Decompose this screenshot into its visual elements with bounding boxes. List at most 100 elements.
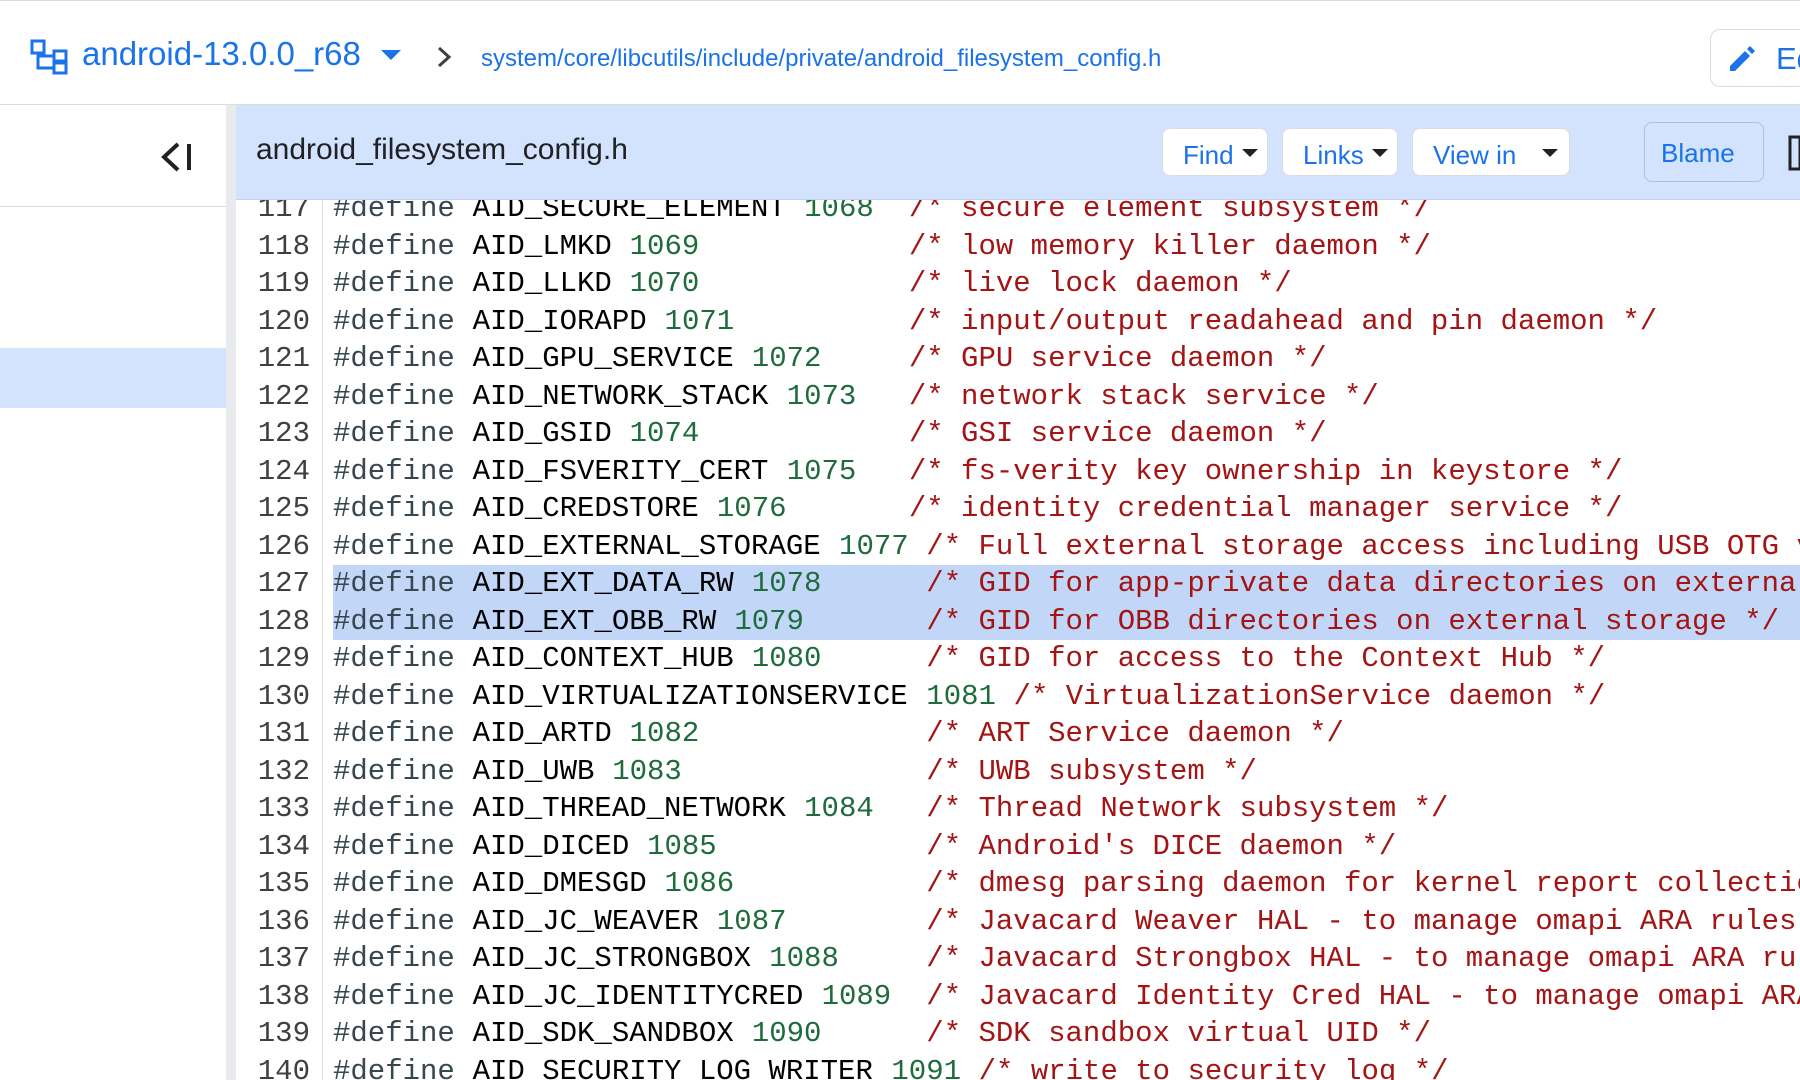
sidebar-resize-handle[interactable]	[226, 105, 236, 1080]
macro-value: 1087	[716, 904, 787, 938]
line-number[interactable]: 136	[236, 903, 310, 941]
view-in-button[interactable]: View in	[1412, 128, 1570, 176]
macro-value: 1084	[804, 792, 874, 825]
code-comment: /* VirtualizationService daemon */	[1013, 679, 1606, 713]
line-number[interactable]: 122	[236, 378, 310, 416]
sidebar-header	[0, 105, 226, 207]
code-comment: /* Javacard Identity Cred HAL - to manag…	[926, 979, 1800, 1013]
code-line[interactable]: 124 #define AID_FSVERITY_CERT 1075 /* fs-ver…	[236, 453, 1800, 491]
line-number[interactable]: 140	[236, 1053, 310, 1080]
code-line[interactable]: 121 #define AID_GPU_SERVICE 1072 /* GPU serv…	[236, 340, 1800, 378]
line-number[interactable]: 126	[236, 528, 310, 566]
code-line[interactable]: 122 #define AID_NETWORK_STACK 1073 /* networ…	[236, 378, 1800, 416]
code-view: 117 #define AID_SECURE_ELEMENT 1068 /* secur…	[236, 200, 1800, 1080]
line-number[interactable]: 129	[236, 640, 310, 678]
file-header: android_filesystem_config.h Find Links V…	[236, 105, 1800, 200]
define-keyword: #define	[333, 304, 455, 338]
define-keyword: #define	[333, 904, 455, 938]
define-keyword: #define	[333, 979, 455, 1013]
code-comment: /* SDK sandbox virtual UID */	[926, 1017, 1431, 1050]
code-line[interactable]: 126 #define AID_EXTERNAL_STORAGE 1077 /* Ful…	[236, 528, 1800, 566]
line-number[interactable]: 119	[236, 265, 310, 303]
line-number[interactable]: 130	[236, 678, 310, 716]
define-keyword: #define	[333, 454, 455, 488]
macro-value: 1091	[891, 1054, 962, 1080]
line-number[interactable]: 127	[236, 565, 310, 603]
line-number[interactable]: 128	[236, 603, 310, 641]
macro-value: 1086	[664, 867, 735, 900]
line-number[interactable]: 118	[236, 228, 310, 266]
code-line[interactable]: 127 #define AID_EXT_DATA_RW 1078 /* GID for …	[236, 565, 1800, 603]
links-button[interactable]: Links	[1282, 128, 1398, 176]
code-line[interactable]: 118 #define AID_LMKD 1069 /* low memory kill…	[236, 228, 1800, 266]
line-number[interactable]: 120	[236, 303, 310, 341]
define-keyword: #define	[333, 754, 455, 788]
macro-name: AID_GSID	[472, 417, 612, 450]
define-keyword: #define	[333, 867, 455, 900]
code-line[interactable]: 130 #define AID_VIRTUALIZATIONSERVICE 1081 /…	[236, 678, 1800, 716]
line-number[interactable]: 132	[236, 753, 310, 791]
code-line[interactable]: 133 #define AID_THREAD_NETWORK 1084 /* Threa…	[236, 790, 1800, 828]
code-comment: /* Javacard Weaver HAL - to manage omapi…	[926, 904, 1800, 938]
code-line[interactable]: 138 #define AID_JC_IDENTITYCRED 1089 /* Java…	[236, 978, 1800, 1016]
find-button[interactable]: Find	[1162, 128, 1268, 176]
edit-button-label: Ed	[1776, 41, 1800, 76]
macro-name: AID_EXTERNAL_STORAGE	[472, 529, 821, 563]
line-number[interactable]: 125	[236, 490, 310, 528]
code-comment: /* Android's DICE daemon */	[926, 829, 1397, 863]
code-comment: /* write to security log */	[978, 1054, 1449, 1080]
macro-value: 1079	[734, 604, 804, 638]
breadcrumb-path[interactable]: system/core/libcutils/include/private/an…	[481, 45, 1161, 73]
code-line[interactable]: 131 #define AID_ARTD 1082 /* ART Service dae…	[236, 715, 1800, 753]
code-line[interactable]: 140 #define AID_SECURITY_LOG_WRITER 1091 /* …	[236, 1053, 1800, 1080]
line-number[interactable]: 134	[236, 828, 310, 866]
code-comment: /* live lock daemon */	[908, 267, 1292, 300]
define-keyword: #define	[333, 229, 455, 263]
sidebar-selected-item[interactable]	[0, 348, 226, 408]
define-keyword: #define	[333, 567, 455, 600]
code-line[interactable]: 117 #define AID_SECURE_ELEMENT 1068 /* secur…	[236, 200, 1800, 228]
code-line[interactable]: 123 #define AID_GSID 1074 /* GSI service dae…	[236, 415, 1800, 453]
code-comment: /* GID for access to the Context Hub */	[926, 642, 1606, 675]
code-line[interactable]: 135 #define AID_DMESGD 1086 /* dmesg parsing…	[236, 865, 1800, 903]
branch-selector[interactable]: android-13.0.0_r68	[82, 35, 361, 73]
code-line[interactable]: 139 #define AID_SDK_SANDBOX 1090 /* SDK sand…	[236, 1015, 1800, 1053]
line-number[interactable]: 131	[236, 715, 310, 753]
line-number[interactable]: 124	[236, 453, 310, 491]
macro-value: 1082	[629, 717, 700, 750]
line-number[interactable]: 137	[236, 940, 310, 978]
line-number[interactable]: 121	[236, 340, 310, 378]
code-line[interactable]: 120 #define AID_IORAPD 1071 /* input/output …	[236, 303, 1800, 341]
line-number[interactable]: 139	[236, 1015, 310, 1053]
define-keyword: #define	[333, 492, 455, 525]
code-line[interactable]: 134 #define AID_DICED 1085 /* Android's DICE…	[236, 828, 1800, 866]
macro-value: 1078	[751, 567, 822, 600]
code-line[interactable]: 119 #define AID_LLKD 1070 /* live lock daemo…	[236, 265, 1800, 303]
chevron-down-icon[interactable]	[378, 47, 404, 63]
branch-icon	[30, 39, 68, 75]
line-number[interactable]: 117	[236, 200, 310, 228]
line-number[interactable]: 138	[236, 978, 310, 1016]
macro-name: AID_IORAPD	[472, 304, 647, 338]
line-number[interactable]: 133	[236, 790, 310, 828]
chevron-down-icon	[1372, 149, 1388, 157]
line-number[interactable]: 123	[236, 415, 310, 453]
collapse-sidebar-icon[interactable]	[158, 139, 198, 175]
code-line[interactable]: 137 #define AID_JC_STRONGBOX 1088 /* Javacar…	[236, 940, 1800, 978]
define-keyword: #define	[333, 379, 455, 413]
code-comment: /* GID for app-private data directories …	[926, 567, 1800, 600]
blame-button[interactable]: Blame	[1644, 122, 1764, 182]
code-line[interactable]: 136 #define AID_JC_WEAVER 1087 /* Javacard W…	[236, 903, 1800, 941]
blame-button-label: Blame	[1661, 138, 1735, 168]
macro-name: AID_SDK_SANDBOX	[472, 1017, 734, 1050]
line-number[interactable]: 135	[236, 865, 310, 903]
code-line[interactable]: 128 #define AID_EXT_OBB_RW 1079 /* GID for O…	[236, 602, 1800, 641]
code-line[interactable]: 125 #define AID_CREDSTORE 1076 /* identity c…	[236, 490, 1800, 528]
code-line[interactable]: 129 #define AID_CONTEXT_HUB 1080 /* GID for …	[236, 640, 1800, 678]
code-comment: /* UWB subsystem */	[926, 754, 1257, 788]
panel-toggle-icon[interactable]	[1788, 133, 1800, 173]
define-keyword: #define	[333, 829, 455, 863]
edit-button[interactable]: Ed	[1710, 29, 1800, 87]
code-line[interactable]: 132 #define AID_UWB 1083 /* UWB subsystem */	[236, 753, 1800, 791]
code-comment: /* dmesg parsing daemon for kernel repor…	[926, 867, 1800, 900]
